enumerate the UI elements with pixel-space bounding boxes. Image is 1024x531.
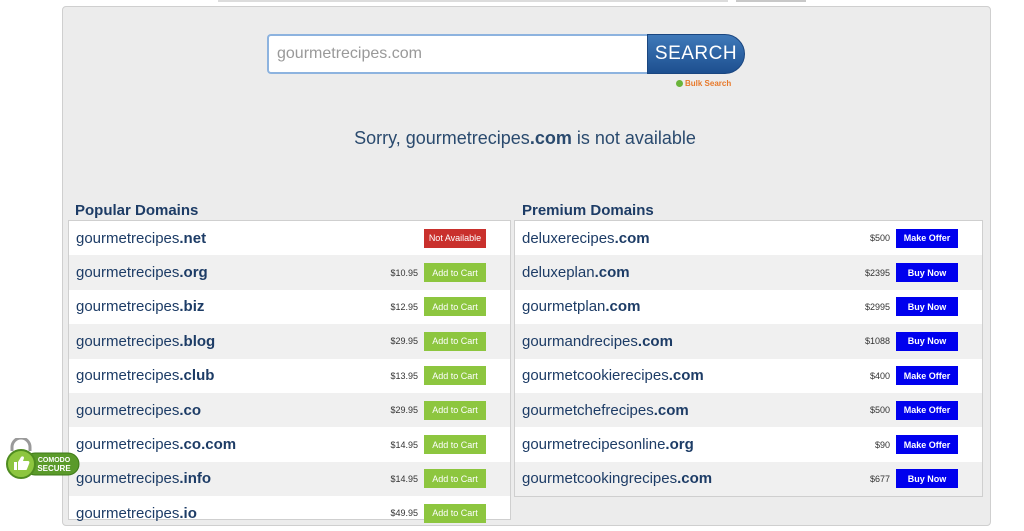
buy-now-button[interactable]: Buy Now xyxy=(896,331,958,351)
list-item: gourmetrecipes.blog $29.95 Add to Cart xyxy=(69,324,510,359)
bulk-search-label[interactable]: Bulk Search xyxy=(685,79,731,88)
top-strip-button[interactable] xyxy=(736,0,806,2)
domain-name[interactable]: gourmetrecipes.org xyxy=(76,264,378,281)
badge-line1: COMODO xyxy=(38,457,71,464)
domain-name[interactable]: gourmetrecipes.co xyxy=(76,402,378,419)
add-to-cart-button[interactable]: Add to Cart xyxy=(424,263,486,283)
domain-name[interactable]: gourmetrecipes.club xyxy=(76,367,378,384)
bulk-search-link[interactable]: Bulk Search xyxy=(676,79,731,88)
domain-name[interactable]: gourmetcookingrecipes.com xyxy=(522,470,850,487)
availability-message: Sorry, gourmetrecipes.com is not availab… xyxy=(0,128,1024,149)
domain-price: $400 xyxy=(869,370,890,381)
domain-name[interactable]: gourmetrecipes.info xyxy=(76,470,378,487)
domain-price: $500 xyxy=(869,233,890,244)
domain-price: $1088 xyxy=(864,336,890,347)
add-to-cart-button[interactable]: Add to Cart xyxy=(424,469,486,489)
availability-message-suffix: is not available xyxy=(571,128,696,148)
premium-domains-title: Premium Domains xyxy=(522,202,654,219)
make-offer-button[interactable]: Make Offer xyxy=(896,366,958,386)
availability-message-prefix: Sorry, gourmetrecipes xyxy=(354,128,530,148)
domain-price: $10.95 xyxy=(390,267,418,278)
domain-name[interactable]: gourmetrecipes.io xyxy=(76,505,378,522)
list-item: gourmetrecipes.io $49.95 Add to Cart xyxy=(69,496,510,530)
add-to-cart-button[interactable]: Add to Cart xyxy=(424,366,486,386)
add-to-cart-button[interactable]: Add to Cart xyxy=(424,400,486,420)
list-item: gourmetrecipes.info $14.95 Add to Cart xyxy=(69,461,510,497)
domain-price: $49.95 xyxy=(390,508,418,519)
add-to-cart-button[interactable]: Add to Cart xyxy=(424,331,486,351)
list-item: gourmetplan.com $2995 Buy Now xyxy=(515,290,982,324)
list-item: gourmetrecipes.co.com $14.95 Add to Cart xyxy=(69,427,510,461)
add-to-cart-button[interactable]: Add to Cart xyxy=(424,435,486,455)
premium-domains-list: deluxerecipes.com $500 Make Offer deluxe… xyxy=(514,220,983,497)
list-item: gourmetrecipesonline.org $90 Make Offer xyxy=(515,427,982,461)
domain-name[interactable]: gourmetchefrecipes.com xyxy=(522,402,850,419)
bulk-search-icon xyxy=(676,80,683,87)
top-strip-segment xyxy=(218,0,728,2)
domain-name[interactable]: gourmetrecipesonline.org xyxy=(522,436,850,453)
search-button[interactable]: SEARCH xyxy=(647,34,745,74)
list-item: gourmetrecipes.org $10.95 Add to Cart xyxy=(69,255,510,290)
list-item: gourmetcookingrecipes.com $677 Buy Now xyxy=(515,461,982,497)
buy-now-button[interactable]: Buy Now xyxy=(896,469,958,489)
popular-domains-title: Popular Domains xyxy=(75,202,199,219)
list-item: gourmetchefrecipes.com $500 Make Offer xyxy=(515,392,982,428)
add-to-cart-button[interactable]: Add to Cart xyxy=(424,503,486,523)
list-item: gourmandrecipes.com $1088 Buy Now xyxy=(515,324,982,359)
not-available-badge: Not Available xyxy=(424,228,486,248)
domain-name[interactable]: gourmetcookierecipes.com xyxy=(522,367,850,384)
buy-now-button[interactable]: Buy Now xyxy=(896,263,958,283)
domain-search-input[interactable] xyxy=(267,34,649,74)
make-offer-button[interactable]: Make Offer xyxy=(896,400,958,420)
buy-now-button[interactable]: Buy Now xyxy=(896,297,958,317)
domain-price: $13.95 xyxy=(390,370,418,381)
domain-price: $29.95 xyxy=(390,336,418,347)
list-item: deluxerecipes.com $500 Make Offer xyxy=(515,221,982,255)
domain-name[interactable]: gourmetplan.com xyxy=(522,298,850,315)
domain-name[interactable]: gourmetrecipes.co.com xyxy=(76,436,378,453)
list-item: deluxeplan.com $2395 Buy Now xyxy=(515,255,982,290)
domain-price: $90 xyxy=(874,439,890,450)
domain-price: $500 xyxy=(869,405,890,416)
domain-price: $12.95 xyxy=(390,301,418,312)
badge-line2: SECURE xyxy=(37,464,71,473)
search-bar: SEARCH xyxy=(267,34,745,74)
list-item: gourmetrecipes.net Not Available xyxy=(69,221,510,255)
domain-price: $2995 xyxy=(864,301,890,312)
domain-name[interactable]: gourmetrecipes.biz xyxy=(76,298,378,315)
list-item: gourmetcookierecipes.com $400 Make Offer xyxy=(515,359,982,393)
domain-price: $14.95 xyxy=(390,439,418,450)
list-item: gourmetrecipes.club $13.95 Add to Cart xyxy=(69,359,510,393)
add-to-cart-button[interactable]: Add to Cart xyxy=(424,297,486,317)
domain-price: $677 xyxy=(869,473,890,484)
domain-price: $2395 xyxy=(864,267,890,278)
list-item: gourmetrecipes.biz $12.95 Add to Cart xyxy=(69,290,510,324)
list-item: gourmetrecipes.co $29.95 Add to Cart xyxy=(69,392,510,428)
availability-message-tld: .com xyxy=(529,128,572,148)
domain-price: $29.95 xyxy=(390,405,418,416)
domain-name[interactable]: gourmetrecipes.net xyxy=(76,230,378,247)
domain-name[interactable]: deluxeplan.com xyxy=(522,264,850,281)
make-offer-button[interactable]: Make Offer xyxy=(896,228,958,248)
comodo-secure-badge[interactable]: COMODO SECURE xyxy=(4,438,80,480)
domain-name[interactable]: deluxerecipes.com xyxy=(522,230,850,247)
domain-name[interactable]: gourmandrecipes.com xyxy=(522,333,850,350)
domain-name[interactable]: gourmetrecipes.blog xyxy=(76,333,378,350)
domain-price: $14.95 xyxy=(390,473,418,484)
make-offer-button[interactable]: Make Offer xyxy=(896,435,958,455)
popular-domains-list: gourmetrecipes.net Not Available gourmet… xyxy=(68,220,511,523)
